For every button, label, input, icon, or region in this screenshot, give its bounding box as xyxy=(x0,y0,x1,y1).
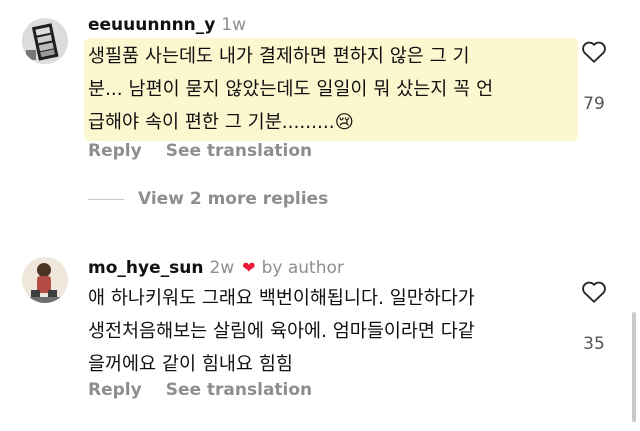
heart-outline-icon[interactable] xyxy=(581,40,607,64)
see-translation-button[interactable]: See translation xyxy=(166,141,312,161)
comment-age: 1w xyxy=(221,15,247,35)
like-count: 35 xyxy=(583,334,605,354)
comment-username[interactable]: mo_hye_sun xyxy=(88,258,203,278)
view-more-replies-label[interactable]: View 2 more replies xyxy=(138,189,328,209)
view-more-replies[interactable]: View 2 more replies xyxy=(88,189,328,209)
author-liked-heart-icon: ❤ xyxy=(242,258,256,277)
by-author-label: by author xyxy=(261,258,344,278)
comment-text: 애 하나키워도 그래요 백번이해됩니다. 일만하다가 생전처음해보는 살림에 육… xyxy=(88,288,475,375)
replies-divider xyxy=(88,198,124,200)
comment-username[interactable]: eeuuunnnn_y xyxy=(88,15,215,35)
comment-text: 생필품 사는데도 내가 결제하면 편하지 않은 그 기 분... 남편이 묻지 … xyxy=(84,38,578,141)
like-count: 79 xyxy=(583,94,605,114)
see-translation-button[interactable]: See translation xyxy=(166,380,312,400)
comment-age: 2w xyxy=(209,258,235,278)
reply-button[interactable]: Reply xyxy=(88,380,142,400)
scrollbar[interactable] xyxy=(632,312,636,422)
like-button[interactable]: 35 xyxy=(574,280,614,354)
avatar[interactable] xyxy=(22,257,68,303)
like-button[interactable]: 79 xyxy=(574,40,614,114)
avatar[interactable] xyxy=(22,18,68,64)
heart-outline-icon[interactable] xyxy=(581,280,607,304)
reply-button[interactable]: Reply xyxy=(88,141,142,161)
